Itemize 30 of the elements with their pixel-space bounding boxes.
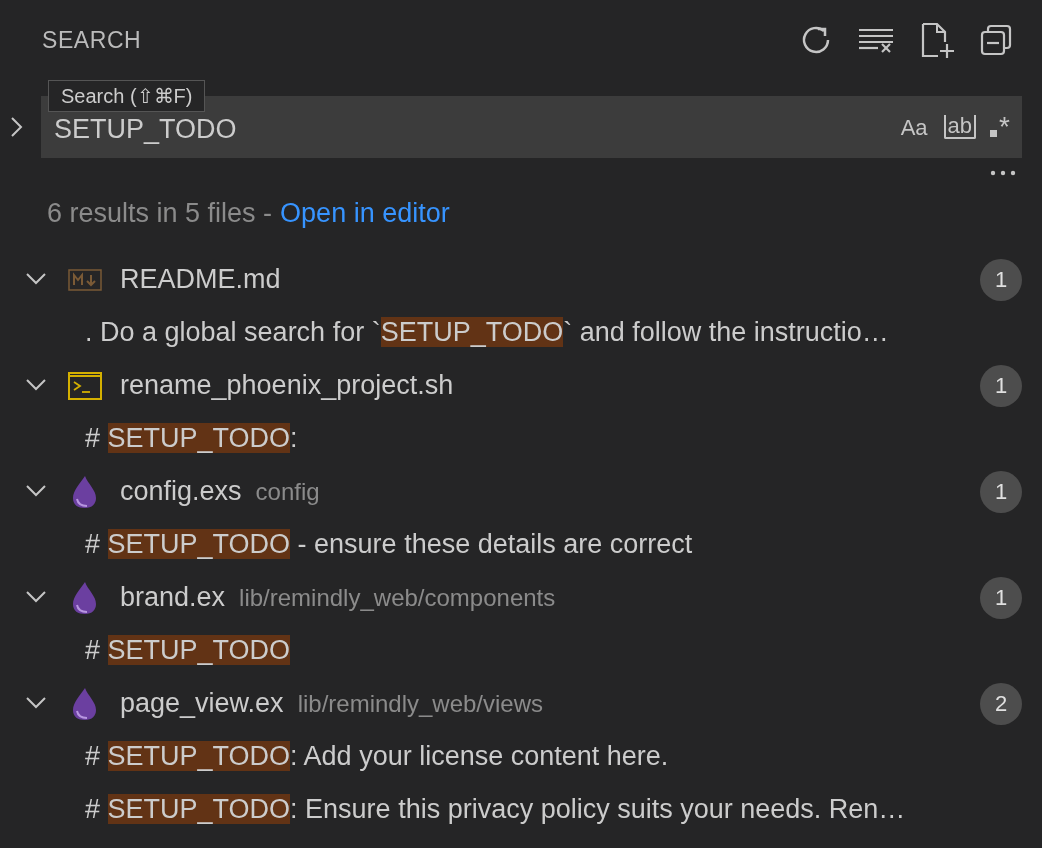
result-count-badge: 1 xyxy=(980,576,1022,619)
markdown-file-icon[interactable] xyxy=(68,268,102,291)
match-line[interactable]: # SETUP_TODO - ensure these details are correct xyxy=(85,524,693,565)
open-in-editor-link[interactable]: Open in editor xyxy=(280,192,450,234)
collapse-all-icon[interactable] xyxy=(980,24,1012,56)
file-path: config xyxy=(255,476,320,507)
result-count-badge: 1 xyxy=(980,364,1022,407)
file-path: lib/remindly_web/views xyxy=(297,688,544,719)
more-actions-icon[interactable] xyxy=(990,170,1016,176)
match-line[interactable]: # SETUP_TODO: Ensure this privacy policy suits your needs. Ren… xyxy=(85,789,906,830)
match-line[interactable]: # SETUP_TODO: Add your license content here. xyxy=(85,736,669,777)
results-summary: 6 results in 5 files - xyxy=(47,196,273,230)
file-name[interactable]: page_view.ex xyxy=(120,683,284,724)
regex-toggle[interactable]: * xyxy=(990,115,1010,139)
tooltip: Search (⇧⌘F) xyxy=(48,80,206,112)
panel-title: SEARCH xyxy=(42,25,142,55)
terminal-file-icon[interactable] xyxy=(68,371,102,400)
result-count-badge: 1 xyxy=(980,258,1022,301)
file-name[interactable]: rename_phoenix_project.sh xyxy=(120,365,454,406)
result-count-badge: 2 xyxy=(980,682,1022,725)
match-line[interactable]: . Do a global search for `SETUP_TODO` and follow the instructio… xyxy=(85,312,889,353)
file-name[interactable]: config.exs xyxy=(120,471,242,512)
refresh-icon[interactable] xyxy=(800,24,832,56)
file-name[interactable]: README.md xyxy=(120,259,281,300)
file-path: lib/remindly_web/components xyxy=(239,582,556,613)
match-case-toggle[interactable]: Aa xyxy=(898,110,930,144)
new-file-icon[interactable] xyxy=(920,22,954,58)
file-name[interactable]: brand.ex xyxy=(120,577,226,618)
whole-word-toggle[interactable]: ab xyxy=(943,115,977,139)
result-count-badge: 1 xyxy=(980,470,1022,513)
